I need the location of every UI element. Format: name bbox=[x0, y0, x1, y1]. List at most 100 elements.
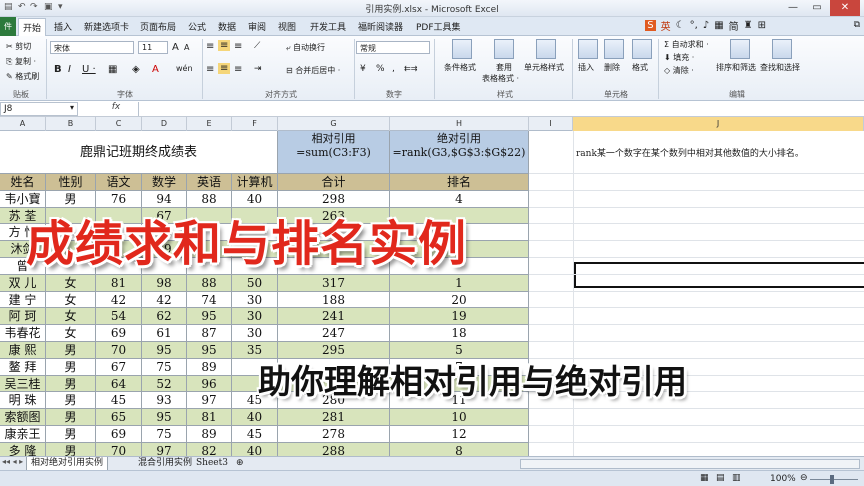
row-13-gender[interactable]: 男 bbox=[46, 392, 96, 410]
underline-button[interactable]: U · bbox=[82, 64, 96, 75]
copy-button[interactable]: ⎘ 复制 · bbox=[6, 56, 36, 67]
row-8-rank[interactable]: 19 bbox=[390, 308, 529, 326]
close-button[interactable]: ✕ bbox=[830, 0, 860, 16]
col-header-c[interactable]: C bbox=[96, 117, 142, 131]
name-box[interactable]: J8 bbox=[0, 102, 78, 116]
row-15-computer[interactable]: 45 bbox=[232, 426, 278, 443]
row-14-name[interactable]: 索额图 bbox=[0, 409, 46, 426]
row-11-chinese[interactable]: 67 bbox=[96, 358, 142, 376]
conditional-format-label[interactable]: 条件格式 bbox=[444, 62, 476, 73]
row-6-computer[interactable]: 50 bbox=[232, 274, 278, 292]
row-9-math[interactable]: 61 bbox=[142, 325, 187, 342]
merge-center-button[interactable]: ⊟ 合并后居中 · bbox=[286, 65, 340, 76]
sheet-tab-3[interactable]: Sheet3 bbox=[192, 457, 232, 471]
row-15-name[interactable]: 康亲王 bbox=[0, 426, 46, 443]
row-10-chinese[interactable]: 70 bbox=[96, 342, 142, 359]
row-15-math[interactable]: 75 bbox=[142, 426, 187, 443]
row-6-chinese[interactable]: 81 bbox=[96, 274, 142, 292]
h-header-cell[interactable]: 绝对引用 =rank(G3,$G$3:$G$22) bbox=[390, 131, 529, 174]
row-14-math[interactable]: 95 bbox=[142, 409, 187, 426]
minimize-button[interactable]: — bbox=[782, 0, 804, 16]
maximize-button[interactable]: ▭ bbox=[806, 0, 828, 16]
header-chinese[interactable]: 语文 bbox=[96, 174, 142, 191]
row-9-computer[interactable]: 30 bbox=[232, 325, 278, 342]
row-6-name[interactable]: 双 儿 bbox=[0, 274, 46, 292]
fill-button[interactable]: ⬇ 填充 · bbox=[664, 52, 694, 63]
align-left-icon[interactable]: ≡ bbox=[206, 64, 214, 75]
row-7-computer[interactable]: 30 bbox=[232, 291, 278, 309]
zoom-slider-track[interactable] bbox=[810, 479, 858, 480]
row-14-computer[interactable]: 40 bbox=[232, 409, 278, 426]
col-header-b[interactable]: B bbox=[46, 117, 96, 131]
zoom-out-icon[interactable]: ⊖ bbox=[800, 473, 808, 483]
row-13-english[interactable]: 97 bbox=[187, 392, 232, 410]
tab-foxit[interactable]: 福昕阅读器 bbox=[358, 20, 403, 33]
col-header-h[interactable]: H bbox=[390, 117, 529, 131]
col-header-j[interactable]: J bbox=[573, 117, 864, 131]
row-14-rank[interactable]: 10 bbox=[390, 409, 529, 426]
selected-cell[interactable] bbox=[574, 262, 864, 288]
fill-color-icon[interactable]: ◈ bbox=[132, 64, 140, 75]
col-header-e[interactable]: E bbox=[187, 117, 232, 131]
row-12-math[interactable]: 52 bbox=[142, 375, 187, 393]
view-layout-icon[interactable]: ▤ bbox=[716, 473, 725, 483]
row-6-math[interactable]: 98 bbox=[142, 274, 187, 292]
view-normal-icon[interactable]: ▦ bbox=[700, 473, 709, 483]
row-11-english[interactable]: 89 bbox=[187, 358, 232, 376]
row-15-english[interactable]: 89 bbox=[187, 426, 232, 443]
tab-formulas[interactable]: 公式 bbox=[188, 20, 206, 33]
tab-data[interactable]: 数据 bbox=[218, 20, 236, 33]
horizontal-scrollbar[interactable] bbox=[520, 459, 860, 469]
tab-review[interactable]: 审阅 bbox=[248, 20, 266, 33]
sheet-tab-1[interactable]: 相对绝对引用实例 bbox=[26, 457, 109, 471]
row-6-rank[interactable]: 1 bbox=[390, 274, 529, 292]
format-painter-button[interactable]: ✎ 格式刷 bbox=[6, 71, 39, 82]
sheet-nav-icon[interactable]: ◂◂ ◂ ▸ bbox=[2, 457, 23, 466]
number-format-select[interactable]: 常规 bbox=[356, 41, 430, 54]
row-7-name[interactable]: 建 宁 bbox=[0, 291, 46, 309]
row-8-gender[interactable]: 女 bbox=[46, 308, 96, 326]
shrink-font-button[interactable]: A bbox=[184, 43, 189, 52]
row-7-english[interactable]: 74 bbox=[187, 291, 232, 309]
align-right-icon[interactable]: ≡ bbox=[234, 64, 242, 75]
cut-button[interactable]: ✂ 剪切 bbox=[6, 41, 31, 52]
row-8-chinese[interactable]: 54 bbox=[96, 308, 142, 326]
tab-developer[interactable]: 开发工具 bbox=[310, 20, 346, 33]
row-12-chinese[interactable]: 64 bbox=[96, 375, 142, 393]
row-8-english[interactable]: 95 bbox=[187, 308, 232, 326]
cell-styles-icon[interactable] bbox=[536, 39, 556, 59]
row-11-name[interactable]: 鳌 拜 bbox=[0, 358, 46, 376]
row-14-gender[interactable]: 男 bbox=[46, 409, 96, 426]
row-12-gender[interactable]: 男 bbox=[46, 375, 96, 393]
tab-insert[interactable]: 插入 bbox=[54, 20, 72, 33]
sheet-tab-2[interactable]: 混合引用实例 bbox=[134, 457, 196, 471]
font-name-select[interactable]: 宋体 bbox=[50, 41, 134, 54]
view-break-icon[interactable]: ▥ bbox=[732, 473, 741, 483]
g-header-cell[interactable]: 相对引用 =sum(C3:F3) bbox=[278, 131, 390, 174]
table-title[interactable]: 鹿鼎记班期终成绩表 bbox=[0, 131, 278, 174]
tab-view[interactable]: 视图 bbox=[278, 20, 296, 33]
row-7-chinese[interactable]: 42 bbox=[96, 291, 142, 309]
phonetic-button[interactable]: wén bbox=[176, 64, 193, 73]
tab-pdf-tools[interactable]: PDF工具集 bbox=[416, 20, 461, 33]
ime-moon-icon[interactable]: ☾ bbox=[676, 20, 685, 31]
row-10-math[interactable]: 95 bbox=[142, 342, 187, 359]
formula-input[interactable] bbox=[138, 102, 862, 116]
sort-filter-icon[interactable] bbox=[730, 39, 750, 59]
wrap-text-button[interactable]: ⤶ 自动换行 bbox=[286, 42, 325, 53]
header-math[interactable]: 数学 bbox=[142, 174, 187, 191]
row-11-gender[interactable]: 男 bbox=[46, 358, 96, 376]
border-icon[interactable]: ▦ bbox=[108, 64, 117, 75]
row-10-name[interactable]: 康 熙 bbox=[0, 342, 46, 359]
row-7-total[interactable]: 188 bbox=[278, 291, 390, 309]
row-6-english[interactable]: 88 bbox=[187, 274, 232, 292]
row-9-name[interactable]: 韦春花 bbox=[0, 325, 46, 342]
ribbon-restore-icon[interactable]: ⧉ bbox=[854, 20, 860, 30]
ime-keyboard-icon[interactable]: ▦ bbox=[714, 20, 723, 31]
row-8-math[interactable]: 62 bbox=[142, 308, 187, 326]
row-8-total[interactable]: 241 bbox=[278, 308, 390, 326]
clear-button[interactable]: ◇ 清除 · bbox=[664, 65, 694, 76]
row-7-rank[interactable]: 20 bbox=[390, 291, 529, 309]
row-13-math[interactable]: 93 bbox=[142, 392, 187, 410]
italic-button[interactable]: I bbox=[68, 64, 71, 75]
